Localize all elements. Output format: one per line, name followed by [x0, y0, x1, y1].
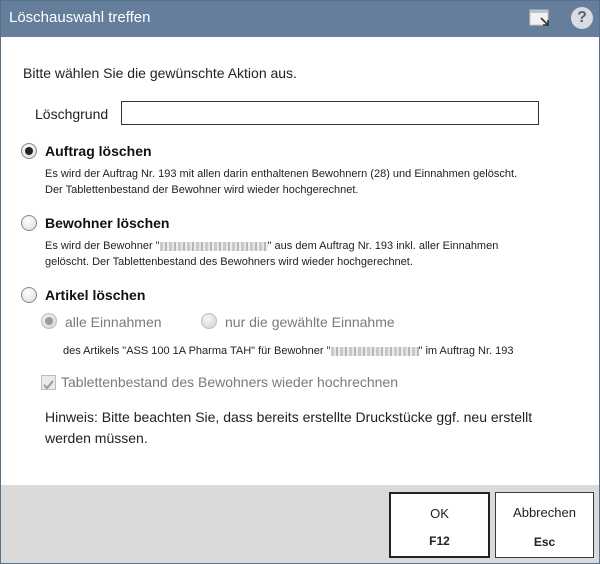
delete-selection-dialog: Löschauswahl treffen ? Bitte wählen Sie …	[0, 0, 600, 564]
desc-post: " aus dem Auftrag Nr. 193 inkl. aller Ei…	[267, 240, 499, 252]
article-post: " im Auftrag Nr. 193	[418, 345, 514, 357]
dialog-content: Bitte wählen Sie die gewünschte Aktion a…	[1, 37, 599, 485]
loeschgrund-input[interactable]	[121, 101, 539, 125]
radio-gewaehlte-einnahme[interactable]	[201, 313, 217, 329]
cancel-button-shortcut: Esc	[533, 535, 556, 549]
radio-auftrag-loeschen[interactable]	[21, 143, 37, 159]
hint-body: Bitte beachten Sie, dass bereits erstell…	[45, 409, 533, 446]
window-restore-icon[interactable]	[529, 9, 551, 27]
option-bewohner-description: Es wird der Bewohner " " aus dem Auftrag …	[45, 238, 575, 270]
ok-button-shortcut: F12	[429, 534, 450, 548]
recalc-checkbox[interactable]	[41, 375, 56, 390]
ok-button-label: OK	[430, 506, 449, 521]
radio-bewohner-loeschen[interactable]	[21, 215, 37, 231]
redacted-name	[330, 346, 419, 356]
option-bewohner-title[interactable]: Bewohner löschen	[45, 215, 169, 231]
cancel-button[interactable]: Abbrechen Esc	[495, 492, 594, 558]
help-icon[interactable]: ?	[571, 7, 593, 29]
option-artikel-title[interactable]: Artikel löschen	[45, 287, 145, 303]
ok-button[interactable]: OK F12	[389, 492, 490, 558]
loeschgrund-label: Löschgrund	[35, 106, 109, 122]
cancel-button-label: Abbrechen	[513, 505, 576, 520]
alle-einnahmen-label: alle Einnahmen	[65, 314, 162, 330]
prompt-text: Bitte wählen Sie die gewünschte Aktion a…	[23, 65, 297, 81]
option-bewohner-desc-line1: Es wird der Bewohner " " aus dem Auftrag …	[45, 238, 575, 254]
redacted-name	[159, 241, 268, 251]
option-auftrag-desc-line2: Der Tablettenbestand der Bewohner wird w…	[45, 184, 359, 196]
dialog-title: Löschauswahl treffen	[9, 9, 151, 26]
article-description: des Artikels "ASS 100 1A Pharma TAH" für…	[63, 345, 514, 357]
option-auftrag-description: Es wird der Auftrag Nr. 193 mit allen da…	[45, 166, 575, 198]
hint-prefix: Hinweis:	[45, 409, 98, 425]
option-auftrag-desc-line1: Es wird der Auftrag Nr. 193 mit allen da…	[45, 168, 518, 180]
checkmark-icon	[43, 380, 54, 390]
hint-text: Hinweis: Bitte beachten Sie, dass bereit…	[45, 407, 565, 449]
desc-pre: Es wird der Bewohner "	[45, 240, 160, 252]
title-bar: Löschauswahl treffen ?	[1, 1, 599, 37]
radio-alle-einnahmen[interactable]	[41, 313, 57, 329]
option-auftrag-title[interactable]: Auftrag löschen	[45, 143, 152, 159]
radio-artikel-loeschen[interactable]	[21, 287, 37, 303]
button-bar: OK F12 Abbrechen Esc	[1, 485, 599, 563]
article-pre: des Artikels "ASS 100 1A Pharma TAH" für…	[63, 345, 331, 357]
option-bewohner-desc-line2: gelöscht. Der Tablettenbestand des Bewoh…	[45, 256, 413, 268]
gewaehlte-einnahme-label: nur die gewählte Einnahme	[225, 314, 395, 330]
recalc-label: Tablettenbestand des Bewohners wieder ho…	[61, 374, 399, 390]
